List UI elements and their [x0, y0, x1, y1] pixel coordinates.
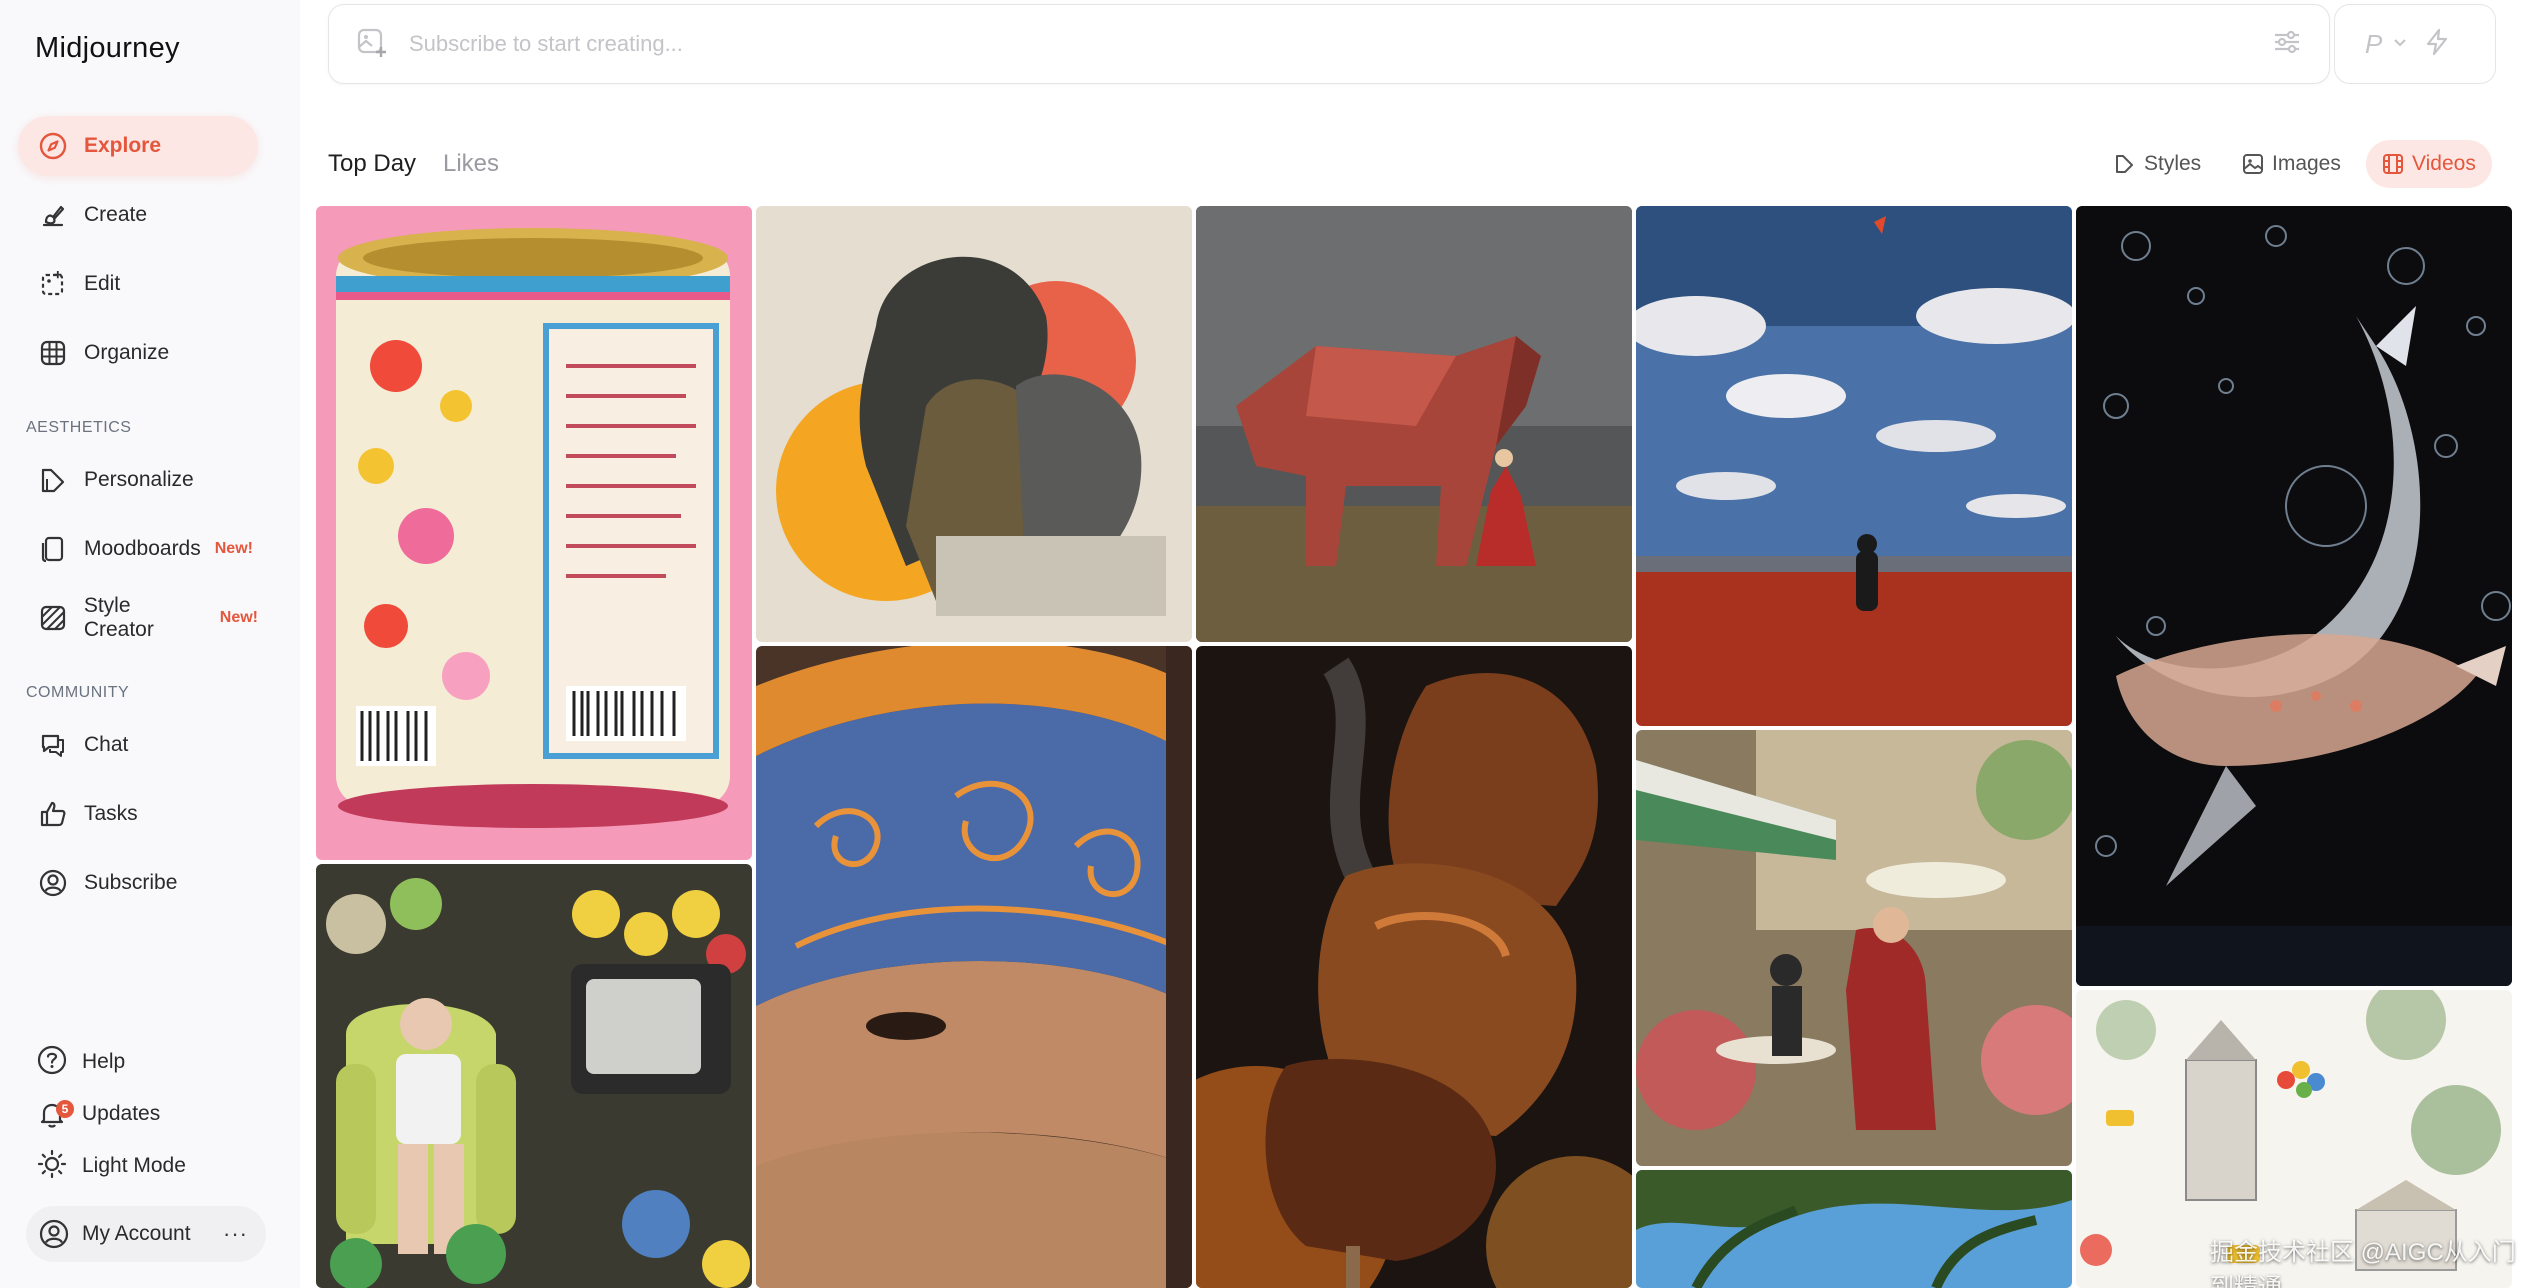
meat-skewer-image: [1196, 646, 1632, 1288]
nav-explore-label: Explore: [84, 134, 162, 157]
gallery-item-palm-trees[interactable]: [1636, 1170, 2072, 1288]
profile-selector[interactable]: P: [2365, 29, 2382, 60]
nav-moodboards-label: Moodboards: [84, 537, 201, 560]
new-badge: New!: [219, 609, 258, 626]
filter-styles-label: Styles: [2144, 152, 2202, 175]
nav-create[interactable]: Create: [18, 185, 258, 245]
moodboard-icon: [36, 532, 70, 566]
app-logo[interactable]: Midjourney: [35, 32, 180, 65]
light-mode-label: Light Mode: [82, 1154, 186, 1177]
styles-icon: [2114, 153, 2136, 175]
nav-personalize[interactable]: Personalize: [18, 450, 258, 510]
filter-images[interactable]: Images: [2226, 140, 2357, 188]
nav-chat-label: Chat: [84, 733, 129, 756]
chat-icon: [36, 728, 70, 762]
gallery-item-origami-bear[interactable]: [1196, 206, 1632, 642]
portrait-collage-image: [756, 206, 1192, 642]
nav-tasks-label: Tasks: [84, 802, 138, 825]
nav-personalize-label: Personalize: [84, 468, 194, 491]
filter-videos[interactable]: Videos: [2366, 140, 2492, 188]
nav-subscribe-label: Subscribe: [84, 871, 178, 894]
bell-icon: 5: [36, 1098, 74, 1130]
gallery-item-armchair-man[interactable]: [316, 864, 752, 1288]
light-mode-toggle[interactable]: Light Mode: [36, 1146, 186, 1186]
add-image-icon[interactable]: [355, 25, 389, 64]
tab-top-day[interactable]: Top Day: [328, 150, 416, 178]
my-account-button[interactable]: My Account ···: [26, 1206, 266, 1262]
armchair-man-image: [316, 864, 752, 1288]
nav-style-creator[interactable]: Style Creator New!: [18, 588, 258, 648]
gallery-item-embroidered-mask[interactable]: [756, 646, 1192, 1288]
nav-organize-label: Organize: [84, 341, 170, 364]
personalize-icon: [36, 463, 70, 497]
chevron-down-icon[interactable]: [2392, 34, 2408, 55]
prompt-input[interactable]: [409, 31, 2109, 57]
profile-quick-controls: P: [2334, 4, 2496, 84]
account-icon: [38, 1218, 70, 1250]
nav-moodboards[interactable]: Moodboards New!: [18, 519, 258, 579]
gallery-item-tin-can[interactable]: [316, 206, 752, 860]
filter-images-label: Images: [2272, 152, 2341, 175]
origami-bear-image: [1196, 206, 1632, 642]
grid-icon: [36, 336, 70, 370]
brush-icon: [36, 198, 70, 232]
palm-trees-image: [1636, 1170, 2072, 1288]
sidebar: Midjourney Explore Create Edit Organize …: [0, 0, 300, 1288]
updates-count-badge: 5: [56, 1100, 74, 1118]
help-label: Help: [82, 1050, 126, 1073]
style-creator-icon: [36, 601, 70, 635]
thumbs-up-icon: [36, 797, 70, 831]
nav-chat[interactable]: Chat: [18, 715, 258, 775]
red-field-image: [1636, 206, 2072, 726]
lightning-icon[interactable]: [2422, 27, 2452, 62]
compass-icon: [36, 129, 70, 163]
tin-can-image: [316, 206, 752, 860]
edit-icon: [36, 267, 70, 301]
prompt-bar: [328, 4, 2330, 84]
nav-style-creator-label: Style Creator: [83, 594, 154, 641]
new-badge: New!: [214, 540, 253, 557]
filter-videos-label: Videos: [2412, 152, 2476, 175]
nav-subscribe[interactable]: Subscribe: [18, 853, 258, 913]
nav-edit[interactable]: Edit: [18, 254, 258, 314]
updates-link[interactable]: 5 Updates: [36, 1094, 160, 1134]
image-icon: [2242, 153, 2264, 175]
gallery-item-red-field[interactable]: [1636, 206, 2072, 726]
sun-icon: [36, 1148, 68, 1185]
watermark-text: 掘金技术社区 @AIGC从入门到精通: [2210, 1239, 2516, 1288]
filter-styles[interactable]: Styles: [2098, 140, 2217, 188]
glass-koi-image: [2076, 206, 2512, 986]
more-options-icon[interactable]: ···: [223, 1221, 248, 1247]
nav-explore[interactable]: Explore: [18, 116, 258, 176]
nav-organize[interactable]: Organize: [18, 323, 258, 383]
help-link[interactable]: Help: [36, 1042, 125, 1082]
help-icon: [36, 1044, 68, 1081]
gallery-item-glass-koi[interactable]: [2076, 206, 2512, 986]
section-community: COMMUNITY: [26, 684, 130, 701]
my-account-label: My Account: [82, 1222, 191, 1245]
gallery-item-meat-skewer[interactable]: [1196, 646, 1632, 1288]
section-aesthetics: AESTHETICS: [26, 419, 132, 436]
video-icon: [2382, 153, 2404, 175]
nav-tasks[interactable]: Tasks: [18, 784, 258, 844]
cafe-terrace-image: [1636, 730, 2072, 1166]
settings-sliders-icon[interactable]: [2271, 26, 2303, 63]
tab-likes[interactable]: Likes: [443, 150, 499, 178]
nav-edit-label: Edit: [84, 272, 121, 295]
nav-create-label: Create: [84, 203, 148, 226]
embroidered-mask-image: [756, 646, 1192, 1288]
updates-label: Updates: [82, 1102, 161, 1125]
gallery-item-cafe-terrace[interactable]: [1636, 730, 2072, 1166]
user-circle-icon: [36, 866, 70, 900]
gallery-item-portrait-collage[interactable]: [756, 206, 1192, 642]
